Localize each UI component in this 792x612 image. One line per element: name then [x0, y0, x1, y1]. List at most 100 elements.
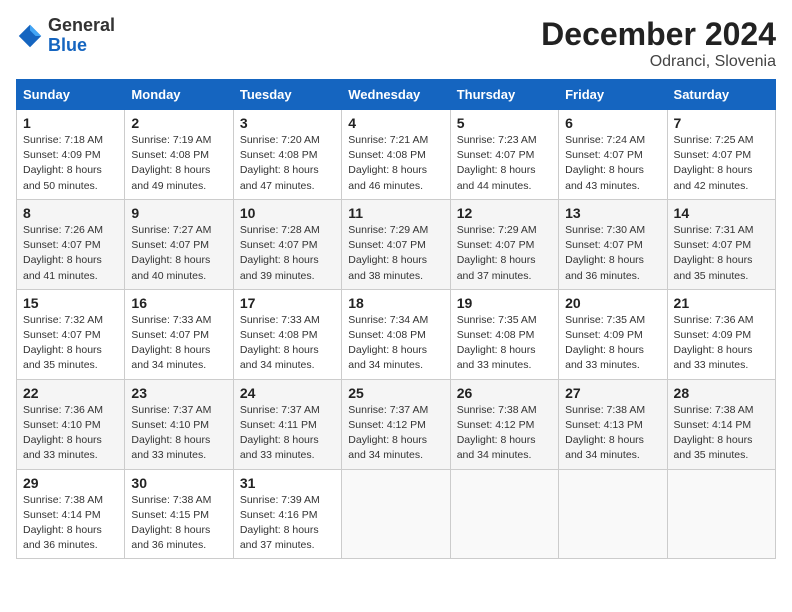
day-info: Sunrise: 7:34 AM Sunset: 4:08 PM Dayligh…: [348, 313, 443, 374]
day-number: 27: [565, 385, 660, 401]
calendar-day-cell: 14 Sunrise: 7:31 AM Sunset: 4:07 PM Dayl…: [667, 199, 775, 289]
location: Odranci, Slovenia: [541, 53, 776, 71]
day-info: Sunrise: 7:37 AM Sunset: 4:11 PM Dayligh…: [240, 403, 335, 464]
calendar-table: SundayMondayTuesdayWednesdayThursdayFrid…: [16, 79, 776, 559]
day-number: 15: [23, 295, 118, 311]
logo: General Blue: [16, 16, 115, 56]
day-info: Sunrise: 7:24 AM Sunset: 4:07 PM Dayligh…: [565, 133, 660, 194]
calendar-day-cell: 13 Sunrise: 7:30 AM Sunset: 4:07 PM Dayl…: [559, 199, 667, 289]
weekday-header-thursday: Thursday: [450, 80, 558, 110]
day-number: 10: [240, 205, 335, 221]
day-number: 8: [23, 205, 118, 221]
day-number: 17: [240, 295, 335, 311]
calendar-week-row: 8 Sunrise: 7:26 AM Sunset: 4:07 PM Dayli…: [17, 199, 776, 289]
calendar-day-cell: 11 Sunrise: 7:29 AM Sunset: 4:07 PM Dayl…: [342, 199, 450, 289]
day-number: 21: [674, 295, 769, 311]
day-number: 5: [457, 115, 552, 131]
calendar-day-cell: 31 Sunrise: 7:39 AM Sunset: 4:16 PM Dayl…: [233, 469, 341, 559]
day-info: Sunrise: 7:38 AM Sunset: 4:15 PM Dayligh…: [131, 493, 226, 554]
day-info: Sunrise: 7:27 AM Sunset: 4:07 PM Dayligh…: [131, 223, 226, 284]
day-info: Sunrise: 7:38 AM Sunset: 4:14 PM Dayligh…: [674, 403, 769, 464]
day-info: Sunrise: 7:36 AM Sunset: 4:10 PM Dayligh…: [23, 403, 118, 464]
calendar-day-cell: 17 Sunrise: 7:33 AM Sunset: 4:08 PM Dayl…: [233, 289, 341, 379]
weekday-header-friday: Friday: [559, 80, 667, 110]
weekday-header-saturday: Saturday: [667, 80, 775, 110]
day-number: 31: [240, 475, 335, 491]
day-info: Sunrise: 7:26 AM Sunset: 4:07 PM Dayligh…: [23, 223, 118, 284]
day-info: Sunrise: 7:35 AM Sunset: 4:09 PM Dayligh…: [565, 313, 660, 374]
day-info: Sunrise: 7:29 AM Sunset: 4:07 PM Dayligh…: [348, 223, 443, 284]
day-number: 14: [674, 205, 769, 221]
calendar-week-row: 29 Sunrise: 7:38 AM Sunset: 4:14 PM Dayl…: [17, 469, 776, 559]
day-number: 1: [23, 115, 118, 131]
calendar-day-cell: 24 Sunrise: 7:37 AM Sunset: 4:11 PM Dayl…: [233, 379, 341, 469]
day-info: Sunrise: 7:39 AM Sunset: 4:16 PM Dayligh…: [240, 493, 335, 554]
calendar-day-cell: 9 Sunrise: 7:27 AM Sunset: 4:07 PM Dayli…: [125, 199, 233, 289]
calendar-day-cell: 20 Sunrise: 7:35 AM Sunset: 4:09 PM Dayl…: [559, 289, 667, 379]
day-info: Sunrise: 7:23 AM Sunset: 4:07 PM Dayligh…: [457, 133, 552, 194]
day-number: 24: [240, 385, 335, 401]
day-number: 2: [131, 115, 226, 131]
day-number: 28: [674, 385, 769, 401]
day-info: Sunrise: 7:19 AM Sunset: 4:08 PM Dayligh…: [131, 133, 226, 194]
day-number: 22: [23, 385, 118, 401]
day-number: 12: [457, 205, 552, 221]
day-number: 25: [348, 385, 443, 401]
day-info: Sunrise: 7:20 AM Sunset: 4:08 PM Dayligh…: [240, 133, 335, 194]
calendar-day-cell: 28 Sunrise: 7:38 AM Sunset: 4:14 PM Dayl…: [667, 379, 775, 469]
calendar-week-row: 1 Sunrise: 7:18 AM Sunset: 4:09 PM Dayli…: [17, 110, 776, 200]
day-info: Sunrise: 7:18 AM Sunset: 4:09 PM Dayligh…: [23, 133, 118, 194]
title-block: December 2024 Odranci, Slovenia: [541, 16, 776, 71]
calendar-day-cell: 26 Sunrise: 7:38 AM Sunset: 4:12 PM Dayl…: [450, 379, 558, 469]
day-info: Sunrise: 7:37 AM Sunset: 4:12 PM Dayligh…: [348, 403, 443, 464]
calendar-day-cell: 30 Sunrise: 7:38 AM Sunset: 4:15 PM Dayl…: [125, 469, 233, 559]
day-info: Sunrise: 7:35 AM Sunset: 4:08 PM Dayligh…: [457, 313, 552, 374]
day-number: 30: [131, 475, 226, 491]
calendar-day-cell: [342, 469, 450, 559]
calendar-day-cell: 6 Sunrise: 7:24 AM Sunset: 4:07 PM Dayli…: [559, 110, 667, 200]
day-info: Sunrise: 7:29 AM Sunset: 4:07 PM Dayligh…: [457, 223, 552, 284]
calendar-day-cell: 23 Sunrise: 7:37 AM Sunset: 4:10 PM Dayl…: [125, 379, 233, 469]
calendar-day-cell: 19 Sunrise: 7:35 AM Sunset: 4:08 PM Dayl…: [450, 289, 558, 379]
calendar-day-cell: 10 Sunrise: 7:28 AM Sunset: 4:07 PM Dayl…: [233, 199, 341, 289]
day-info: Sunrise: 7:37 AM Sunset: 4:10 PM Dayligh…: [131, 403, 226, 464]
calendar-week-row: 22 Sunrise: 7:36 AM Sunset: 4:10 PM Dayl…: [17, 379, 776, 469]
day-info: Sunrise: 7:38 AM Sunset: 4:14 PM Dayligh…: [23, 493, 118, 554]
day-info: Sunrise: 7:28 AM Sunset: 4:07 PM Dayligh…: [240, 223, 335, 284]
calendar-day-cell: 2 Sunrise: 7:19 AM Sunset: 4:08 PM Dayli…: [125, 110, 233, 200]
calendar-day-cell: 15 Sunrise: 7:32 AM Sunset: 4:07 PM Dayl…: [17, 289, 125, 379]
day-number: 19: [457, 295, 552, 311]
day-info: Sunrise: 7:30 AM Sunset: 4:07 PM Dayligh…: [565, 223, 660, 284]
day-info: Sunrise: 7:25 AM Sunset: 4:07 PM Dayligh…: [674, 133, 769, 194]
day-number: 4: [348, 115, 443, 131]
calendar-day-cell: 21 Sunrise: 7:36 AM Sunset: 4:09 PM Dayl…: [667, 289, 775, 379]
day-info: Sunrise: 7:33 AM Sunset: 4:08 PM Dayligh…: [240, 313, 335, 374]
day-number: 18: [348, 295, 443, 311]
calendar-week-row: 15 Sunrise: 7:32 AM Sunset: 4:07 PM Dayl…: [17, 289, 776, 379]
day-info: Sunrise: 7:38 AM Sunset: 4:13 PM Dayligh…: [565, 403, 660, 464]
weekday-header-monday: Monday: [125, 80, 233, 110]
day-number: 20: [565, 295, 660, 311]
day-info: Sunrise: 7:33 AM Sunset: 4:07 PM Dayligh…: [131, 313, 226, 374]
calendar-day-cell: 4 Sunrise: 7:21 AM Sunset: 4:08 PM Dayli…: [342, 110, 450, 200]
calendar-day-cell: [667, 469, 775, 559]
weekday-header-tuesday: Tuesday: [233, 80, 341, 110]
page-header: General Blue December 2024 Odranci, Slov…: [16, 16, 776, 71]
day-info: Sunrise: 7:38 AM Sunset: 4:12 PM Dayligh…: [457, 403, 552, 464]
calendar-day-cell: [450, 469, 558, 559]
calendar-day-cell: 12 Sunrise: 7:29 AM Sunset: 4:07 PM Dayl…: [450, 199, 558, 289]
calendar-day-cell: 3 Sunrise: 7:20 AM Sunset: 4:08 PM Dayli…: [233, 110, 341, 200]
day-number: 13: [565, 205, 660, 221]
calendar-day-cell: 5 Sunrise: 7:23 AM Sunset: 4:07 PM Dayli…: [450, 110, 558, 200]
calendar-day-cell: 8 Sunrise: 7:26 AM Sunset: 4:07 PM Dayli…: [17, 199, 125, 289]
day-info: Sunrise: 7:32 AM Sunset: 4:07 PM Dayligh…: [23, 313, 118, 374]
calendar-day-cell: 7 Sunrise: 7:25 AM Sunset: 4:07 PM Dayli…: [667, 110, 775, 200]
logo-general: General: [48, 16, 115, 36]
day-number: 26: [457, 385, 552, 401]
weekday-header-row: SundayMondayTuesdayWednesdayThursdayFrid…: [17, 80, 776, 110]
day-number: 6: [565, 115, 660, 131]
calendar-day-cell: 16 Sunrise: 7:33 AM Sunset: 4:07 PM Dayl…: [125, 289, 233, 379]
month-title: December 2024: [541, 16, 776, 53]
day-number: 29: [23, 475, 118, 491]
day-number: 16: [131, 295, 226, 311]
